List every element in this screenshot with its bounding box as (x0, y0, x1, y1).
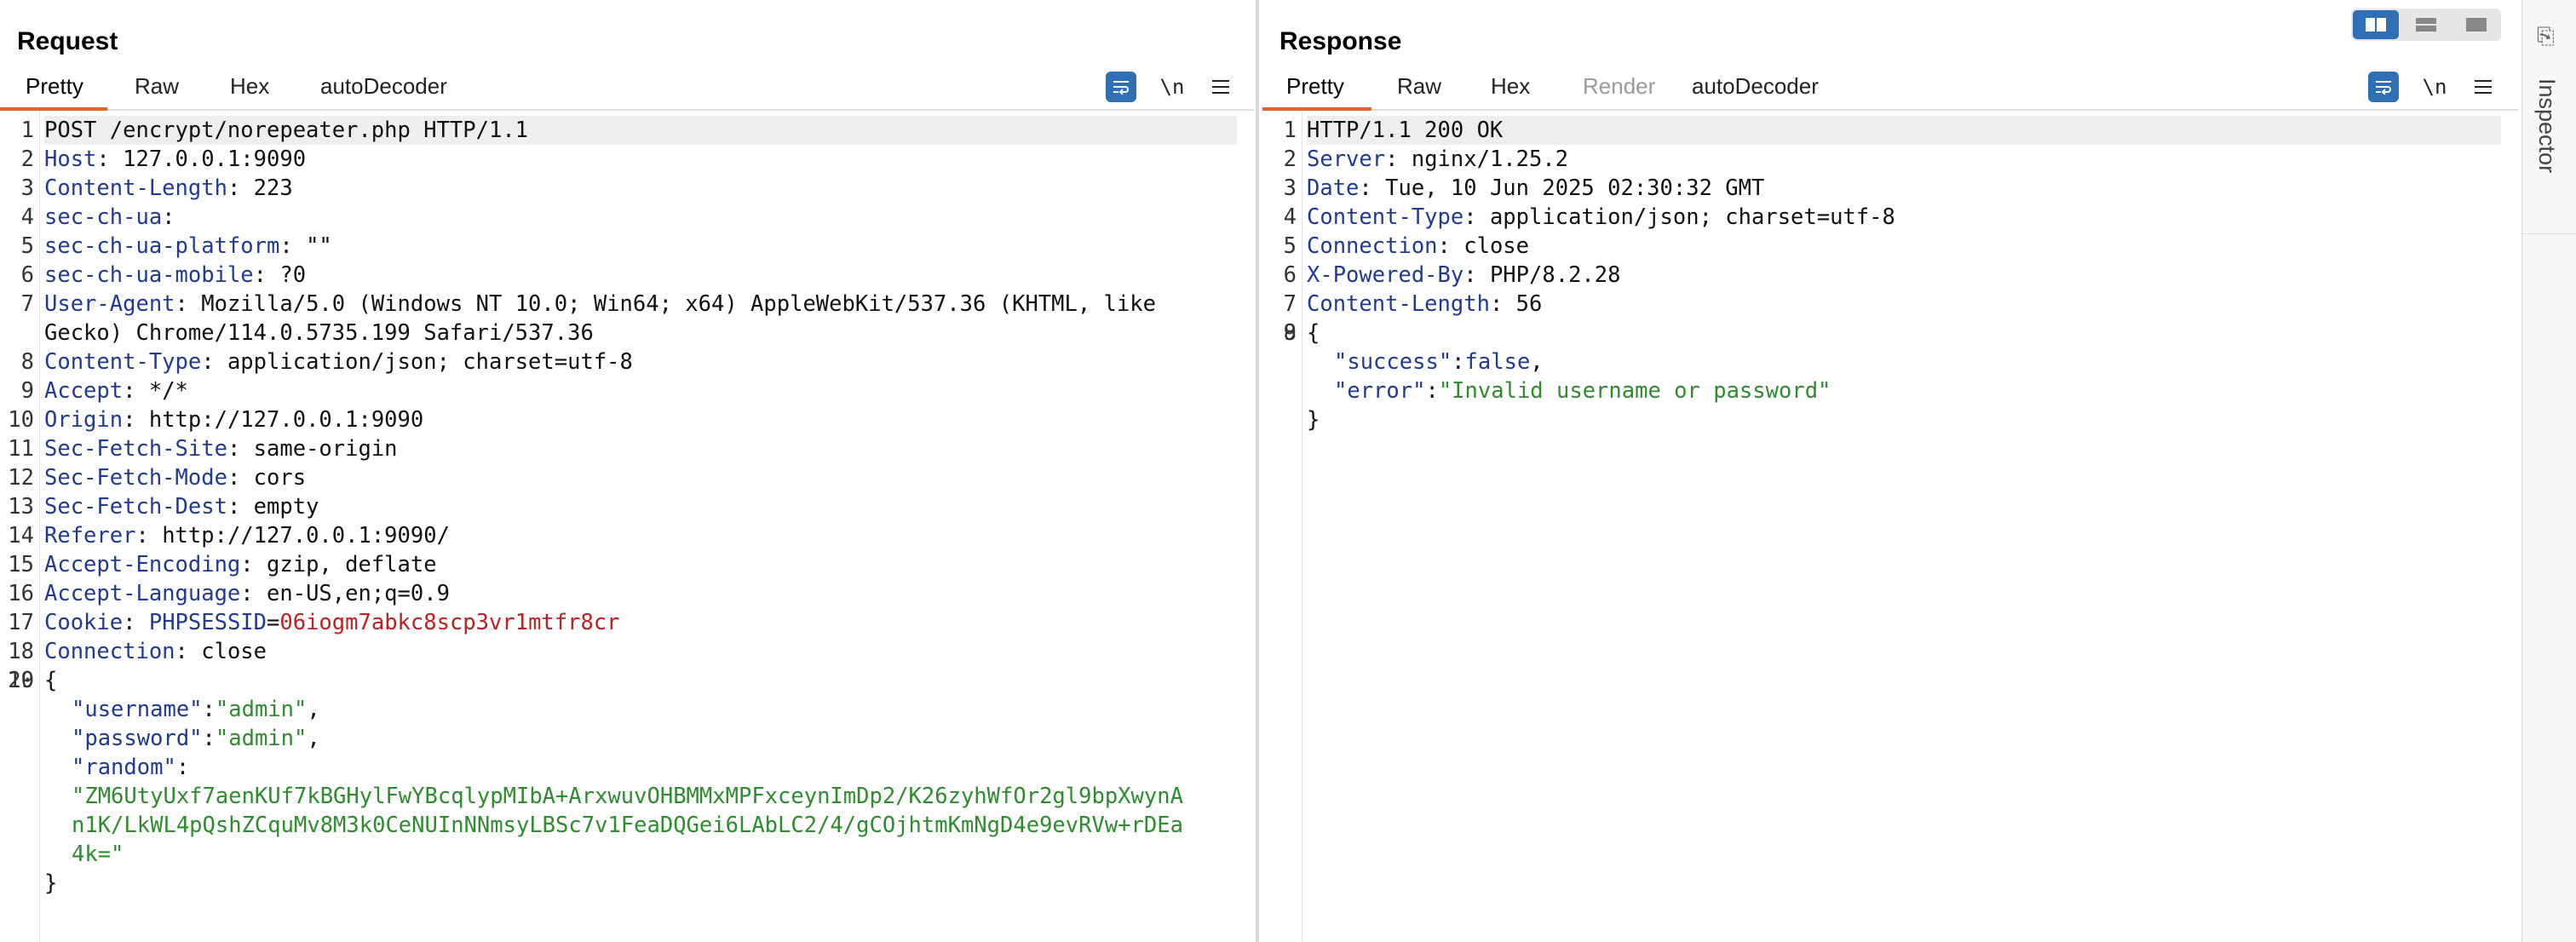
body-open: 9{ (1283, 320, 1320, 346)
header-line-continuation: Gecko) Chrome/114.0.5735.199 Safari/537.… (44, 320, 594, 346)
header-line: 7 User-Agent: Mozilla/5.0 (Windows NT 10.… (20, 291, 1156, 317)
panel-divider[interactable] (1256, 0, 1259, 942)
inspector-icon[interactable]: ⎘ (2537, 24, 2555, 50)
response-editor[interactable]: 1 HTTP/1.1 200 OK 2 Server: nginx/1.25.2 3… (1262, 111, 2518, 942)
response-tabs: Pretty Raw Hex Render autoDecoder \n (1262, 66, 2518, 111)
newline-icon[interactable]: \n (2419, 72, 2450, 102)
header-line: 7 Content-Length: 56 (1283, 291, 1543, 317)
tab-render[interactable]: Render (1583, 73, 1655, 100)
header-line: 4 Content-Type: application/json; charset… (1283, 204, 1895, 230)
header-line: 13 Sec-Fetch-Dest: empty (8, 494, 319, 520)
json-field-random: "random": (72, 755, 190, 780)
header-line: 12 Sec-Fetch-Mode: cors (8, 465, 307, 491)
header-line: 11 Sec-Fetch-Site: same-origin (8, 436, 398, 462)
header-line: 3 Content-Length: 223 (20, 175, 293, 201)
tab-pretty[interactable]: Pretty (26, 73, 83, 100)
header-line: 16 Accept-Language: en-US,en;q=0.9 (8, 581, 450, 606)
header-line: 14 Referer: http://127.0.0.1:9090/ (8, 523, 450, 549)
body-close: } (44, 870, 58, 896)
cookie-line: 17 Cookie: PHPSESSID=06iogm7abkc8scp3vr1m… (8, 610, 620, 635)
tab-hex[interactable]: Hex (1491, 73, 1530, 100)
header-line: 15 Accept-Encoding: gzip, deflate (8, 552, 437, 577)
random-value-line: n1K/LkWL4pQshZCquMv8M3k0CeNUInNNmsyLBSc7… (72, 813, 1183, 838)
newline-icon[interactable]: \n (1157, 72, 1187, 102)
layout-side-by-side-icon[interactable] (2353, 10, 2399, 39)
request-panel: Request Pretty Raw Hex autoDecoder \n 1P… (0, 0, 1254, 942)
header-line: 3 Date: Tue, 10 Jun 2025 02:30:32 GMT (1283, 175, 1765, 201)
header-line: 9 Accept: */* (20, 378, 188, 404)
body-close: } (1307, 407, 1320, 433)
tab-autodecoder[interactable]: autoDecoder (1692, 73, 1819, 100)
body-open: 20{ (8, 668, 58, 693)
response-title: Response (1279, 27, 1402, 55)
header-line: 2 Server: nginx/1.25.2 (1283, 146, 1569, 172)
word-wrap-icon[interactable] (2368, 72, 2399, 102)
header-line: 2 Host: 127.0.0.1:9090 (20, 146, 307, 172)
header-line: 6 X-Powered-By: PHP/8.2.28 (1283, 262, 1621, 288)
request-editor[interactable]: 1 POST /encrypt/norepeater.php HTTP/1.1 2… (0, 111, 1254, 942)
json-field-success: "success":false, (1334, 349, 1544, 375)
inspector-label[interactable]: Inspector (2533, 78, 2560, 173)
header-line: 5 sec-ch-ua-platform: "" (20, 233, 332, 259)
layout-tabs-icon[interactable] (2453, 10, 2499, 39)
tab-autodecoder[interactable]: autoDecoder (320, 73, 447, 100)
header-line: 4 sec-ch-ua: (20, 204, 188, 230)
header-line: 8 Content-Type: application/json; charset… (20, 349, 633, 375)
response-panel: Response Pretty Raw Hex Render autoDecod… (1262, 0, 2518, 942)
layout-horizontal-icon[interactable] (2403, 10, 2449, 39)
header-line: 10 Origin: http://127.0.0.1:9090 (8, 407, 424, 433)
json-field-error: "error":"Invalid username or password" (1334, 378, 1831, 404)
tab-raw[interactable]: Raw (1397, 73, 1441, 100)
request-code: 1 POST /encrypt/norepeater.php HTTP/1.1 2… (8, 116, 1237, 898)
header-line: 6 sec-ch-ua-mobile: ?0 (20, 262, 307, 288)
sidebar-divider (2522, 233, 2576, 234)
tab-pretty[interactable]: Pretty (1286, 73, 1344, 100)
status-line: 1 HTTP/1.1 200 OK (1284, 116, 2501, 145)
random-value-line: 4k=" (72, 841, 124, 867)
request-line: 1 POST /encrypt/norepeater.php HTTP/1.1 (21, 116, 1237, 145)
json-field-password: "password":"admin", (72, 726, 320, 751)
request-tabs: Pretty Raw Hex autoDecoder \n (0, 66, 1254, 111)
hamburger-menu-icon[interactable] (1208, 72, 1233, 102)
header-line: 5 Connection: close (1283, 233, 1530, 259)
word-wrap-icon[interactable] (1106, 72, 1136, 102)
inspector-sidebar[interactable]: ⎘ Inspector (2521, 0, 2576, 942)
json-field-username: "username":"admin", (72, 697, 320, 722)
random-value-line: "ZM6UtyUxf7aenKUf7kBGHylFwYBcqlypMIbA+Ar… (72, 784, 1183, 809)
header-line: 18 Connection: close (8, 639, 267, 664)
response-code: 1 HTTP/1.1 200 OK 2 Server: nginx/1.25.2 3… (1283, 116, 2501, 434)
layout-switcher (2351, 9, 2501, 41)
hamburger-menu-icon[interactable] (2470, 72, 2496, 102)
tab-raw[interactable]: Raw (135, 73, 179, 100)
request-title: Request (17, 27, 118, 55)
tab-hex[interactable]: Hex (230, 73, 269, 100)
